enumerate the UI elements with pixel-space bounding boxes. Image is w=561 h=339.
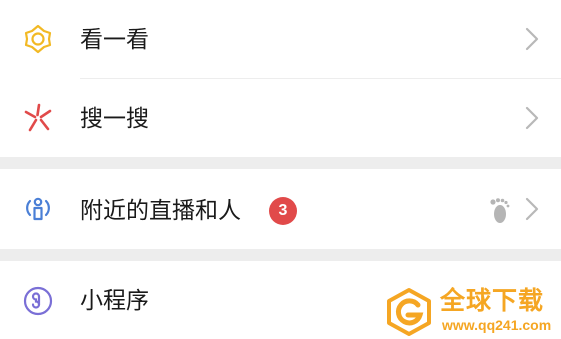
search-star-icon	[22, 102, 54, 134]
section-gap	[0, 249, 561, 261]
discover-page: 看一看 搜一搜 附近的直播和人 3 小程序 全球下载 www.qq241.com	[0, 0, 561, 339]
footprint-icon	[488, 197, 510, 225]
menu-item-label: 小程序	[80, 288, 149, 314]
menu-item-nearby[interactable]: 附近的直播和人 3	[0, 169, 561, 249]
menu-item-label: 看一看	[80, 27, 149, 53]
menu-item-look[interactable]: 看一看	[0, 0, 561, 78]
watermark-logo-icon	[384, 287, 434, 337]
chevron-right-icon	[522, 196, 542, 222]
nearby-person-icon	[22, 193, 54, 225]
unread-badge: 3	[269, 197, 297, 225]
menu-item-search[interactable]: 搜一搜	[0, 79, 561, 157]
watermark-title: 全球下载	[440, 286, 545, 315]
look-hexagon-icon	[22, 23, 54, 55]
menu-item-label: 搜一搜	[80, 106, 149, 132]
chevron-right-icon	[522, 26, 542, 52]
watermark-url: www.qq241.com	[442, 317, 552, 333]
miniprogram-icon	[22, 285, 54, 317]
watermark: 全球下载 www.qq241.com	[382, 285, 561, 339]
section-gap	[0, 157, 561, 169]
menu-item-label: 附近的直播和人	[80, 198, 241, 224]
chevron-right-icon	[522, 105, 542, 131]
